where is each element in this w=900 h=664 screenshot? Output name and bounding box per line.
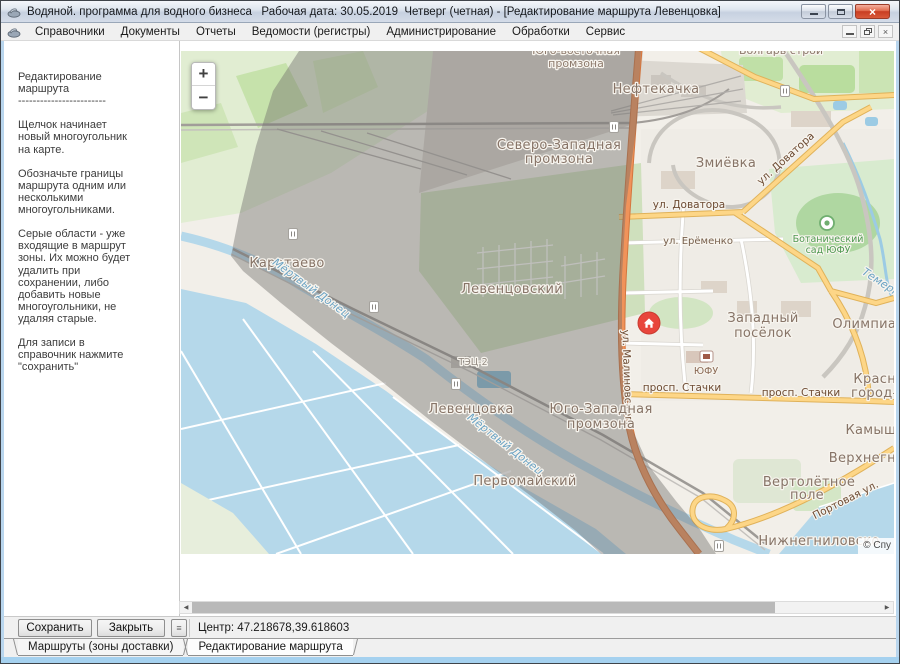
menu-obrabotki[interactable]: Обработки bbox=[504, 25, 578, 39]
save-button[interactable]: Сохранить bbox=[18, 619, 92, 637]
mdi-close-button[interactable]: × bbox=[878, 25, 893, 38]
map-label: поле bbox=[790, 488, 824, 503]
map-label: Волгарь строй bbox=[739, 51, 823, 57]
map-label: Левенцовский bbox=[461, 282, 563, 297]
close-form-button[interactable]: Закрыть bbox=[97, 619, 165, 637]
map-label: ТЭЦ-2 bbox=[457, 357, 487, 368]
status-bar: Сохранить Закрыть ≡ Центр: 47.218678,39.… bbox=[4, 616, 896, 638]
map-label: посёлок bbox=[734, 326, 792, 341]
mdi-child-icon bbox=[7, 26, 22, 38]
app-window: Водяной. программа для водного бизнеса Р… bbox=[0, 0, 900, 664]
map-label: просп. Стачки bbox=[643, 382, 722, 394]
map-label: город-с bbox=[851, 386, 894, 401]
app-icon bbox=[7, 6, 22, 18]
map-image: Юго-восточнаяпромзонаВолгарь стройНефтек… bbox=[181, 51, 894, 554]
client-area: Редактирование маршрута ----------------… bbox=[4, 41, 896, 657]
window-bottom-border bbox=[1, 657, 899, 663]
map-label: Северо-Западная bbox=[497, 138, 621, 153]
map-label: Нефтекачка bbox=[613, 82, 700, 97]
map-label: промзона bbox=[567, 417, 635, 432]
map-label: Верхнегнил bbox=[829, 451, 894, 466]
map-label: Юго-Западная bbox=[549, 402, 652, 417]
tab-routes-delivery-zones[interactable]: Маршруты (зоны доставки) bbox=[18, 639, 183, 656]
map-zoom-control: + − bbox=[191, 62, 216, 110]
university-icon bbox=[700, 351, 713, 362]
minimize-button[interactable] bbox=[801, 4, 826, 19]
mdi-restore-icon bbox=[864, 28, 872, 35]
maximize-icon bbox=[837, 9, 845, 15]
menu-otchety[interactable]: Отчеты bbox=[188, 25, 244, 39]
splitter-menu-button[interactable]: ≡ bbox=[171, 619, 187, 637]
mdi-restore-button[interactable] bbox=[860, 25, 875, 38]
menu-vedomosti[interactable]: Ведомости (регистры) bbox=[244, 25, 379, 39]
map-label: Олимпиадо bbox=[832, 317, 894, 332]
map-label: Змиёвка bbox=[696, 156, 756, 171]
map-label: Красны bbox=[853, 372, 894, 387]
map-label: промзона bbox=[548, 57, 604, 70]
window-title: Водяной. программа для водного бизнеса Р… bbox=[27, 6, 721, 18]
map-label: сад ЮФУ bbox=[806, 245, 851, 256]
close-icon: × bbox=[869, 5, 876, 19]
map-label: Камыше bbox=[846, 423, 894, 438]
status-separator bbox=[189, 619, 190, 637]
mdi-close-icon: × bbox=[883, 27, 888, 37]
map-center-coordinates: Центр: 47.218678,39.618603 bbox=[198, 622, 349, 634]
horizontal-scrollbar[interactable]: ◀ ▶ bbox=[179, 601, 894, 614]
map-label: ул. Доватора bbox=[653, 199, 726, 211]
minimize-icon bbox=[810, 12, 818, 15]
map-label: просп. Стачки bbox=[762, 387, 841, 399]
map-label: Первомайский bbox=[473, 474, 576, 489]
scroll-left-arrow-icon[interactable]: ◀ bbox=[180, 602, 192, 613]
menu-bar: Справочники Документы Отчеты Ведомости (… bbox=[1, 23, 899, 41]
map-label: ул. Ерёменко bbox=[663, 236, 733, 247]
menu-spravochniki[interactable]: Справочники bbox=[27, 25, 113, 39]
map-label: ЮФУ bbox=[694, 366, 718, 377]
scrollbar-thumb[interactable] bbox=[192, 602, 775, 613]
map-label: промзона bbox=[525, 152, 593, 167]
zoom-in-button[interactable]: + bbox=[192, 63, 215, 86]
map-canvas[interactable]: Юго-восточнаяпромзонаВолгарь стройНефтек… bbox=[181, 51, 894, 554]
mdi-minimize-button[interactable] bbox=[842, 25, 857, 38]
tab-route-editing[interactable]: Редактирование маршрута bbox=[188, 639, 352, 656]
botanic-garden-icon bbox=[820, 216, 834, 230]
scroll-right-arrow-icon[interactable]: ▶ bbox=[881, 602, 893, 613]
menu-servis[interactable]: Сервис bbox=[578, 25, 633, 39]
menu-administrirovanie[interactable]: Администрирование bbox=[378, 25, 504, 39]
sidebar-instructions: Редактирование маршрута ----------------… bbox=[4, 41, 180, 616]
menu-dokumenty[interactable]: Документы bbox=[113, 25, 188, 39]
map-label: Ботанический bbox=[793, 234, 864, 245]
close-button[interactable]: × bbox=[855, 4, 890, 19]
zoom-out-button[interactable]: − bbox=[192, 86, 215, 109]
title-bar: Водяной. программа для водного бизнеса Р… bbox=[1, 1, 899, 23]
window-tabs: Маршруты (зоны доставки) Редактирование … bbox=[4, 638, 896, 657]
map-attribution: © Спу bbox=[858, 538, 894, 554]
map-label: Западный bbox=[727, 311, 798, 326]
map-marker[interactable] bbox=[638, 312, 660, 334]
mdi-minimize-icon bbox=[846, 32, 854, 35]
map-panel: Юго-восточнаяпромзонаВолгарь стройНефтек… bbox=[180, 41, 896, 616]
maximize-button[interactable] bbox=[828, 4, 853, 19]
